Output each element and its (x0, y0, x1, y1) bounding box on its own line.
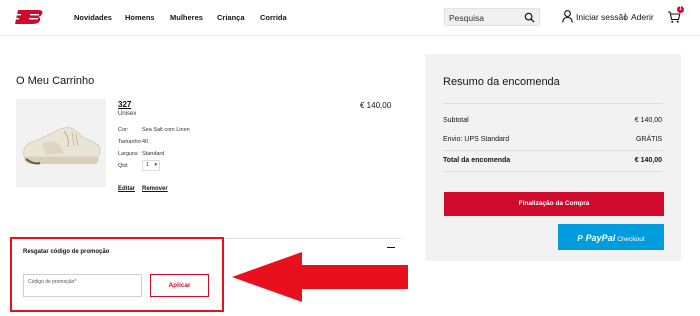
subtotal-label: Subtotal (443, 117, 469, 124)
new-balance-logo-icon[interactable] (14, 9, 44, 25)
paypal-wordmark: PayPal (585, 233, 616, 243)
search-icon[interactable] (524, 12, 535, 23)
search-input[interactable] (449, 12, 519, 24)
register-link[interactable]: Aderir (631, 12, 654, 22)
collapse-minus-icon[interactable] (387, 247, 395, 248)
remove-link[interactable]: Remover (142, 186, 168, 192)
apply-promo-button[interactable]: Aplicar (150, 274, 209, 297)
product-gender: Unisex (118, 111, 137, 117)
subtotal-value: € 140,00 (634, 117, 662, 124)
annotation-arrow-icon (232, 252, 408, 302)
login-link[interactable]: Iniciar sessão (576, 12, 628, 22)
summary-divider (443, 150, 663, 151)
header-separator: | (624, 11, 627, 21)
nav-crianca[interactable]: Criança (217, 13, 245, 22)
shipping-value: GRÁTIS (635, 136, 662, 143)
paypal-checkout-button[interactable]: P PayPal Checkout (558, 224, 664, 250)
site-header: Novidades Homens Mulheres Criança Corrid… (0, 0, 700, 36)
size-label: Tamanho: (118, 139, 143, 145)
color-value: Sea Salt com Linen (142, 127, 190, 133)
summary-title: Resumo da encomenda (443, 76, 560, 88)
product-name-link[interactable]: 327 (118, 100, 131, 109)
quantity-select[interactable]: 1 ▼ (142, 160, 160, 171)
checkout-button[interactable]: Finalização da Compra (444, 192, 664, 216)
nav-corrida[interactable]: Corrida (260, 13, 287, 22)
promo-code-placeholder: Código de promoção* (28, 279, 77, 285)
search-box[interactable] (444, 8, 540, 26)
cart-count-badge: 1 (677, 6, 684, 13)
user-icon[interactable] (562, 10, 573, 23)
color-label: Cor: (118, 127, 129, 133)
nav-homens[interactable]: Homens (125, 13, 155, 22)
cart-title: O Meu Carrinho (16, 75, 95, 87)
chevron-down-icon: ▼ (153, 162, 158, 167)
paypal-icon: P (577, 234, 583, 243)
size-value: 40 (142, 139, 149, 145)
edit-link[interactable]: Editar (118, 186, 135, 192)
sneaker-image (23, 126, 101, 165)
nav-novidades[interactable]: Novidades (74, 13, 112, 22)
width-value: Standard (142, 151, 165, 157)
total-value: € 140,00 (634, 157, 662, 164)
product-image[interactable] (16, 99, 106, 187)
qty-label: Qtd: (118, 163, 129, 169)
summary-divider (443, 103, 663, 104)
total-label: Total da encomenda (443, 157, 511, 164)
shipping-label: Envio: UPS Standard (443, 136, 510, 143)
summary-divider (443, 171, 663, 172)
product-price: € 140,00 (360, 101, 392, 110)
paypal-checkout-label: Checkout (617, 236, 645, 243)
nav-mulheres[interactable]: Mulheres (170, 13, 203, 22)
promo-code-input[interactable] (23, 274, 142, 297)
quantity-value: 1 (146, 162, 150, 168)
width-label: Largura: (118, 151, 139, 157)
promo-title: Resgatar código de promoção (23, 249, 110, 255)
